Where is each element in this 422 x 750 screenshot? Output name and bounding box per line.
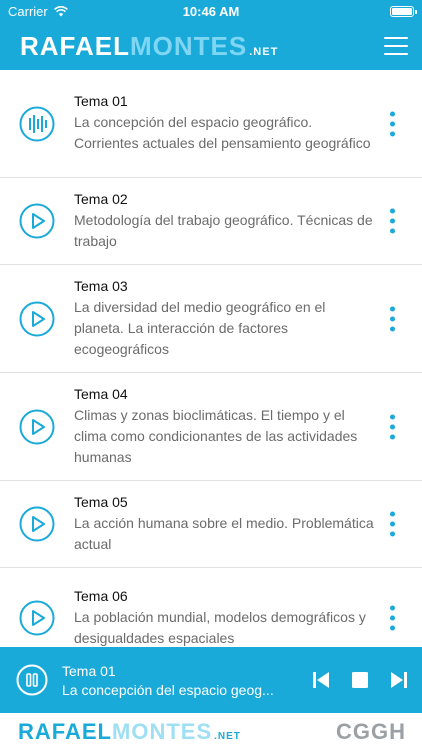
audio-playing-icon[interactable] <box>19 106 55 142</box>
topic-list: Tema 01 La concepción del espacio geográ… <box>0 70 422 647</box>
list-item[interactable]: Tema 01 La concepción del espacio geográ… <box>0 70 422 178</box>
topic-description: La concepción del espacio geográfico. Co… <box>74 114 371 151</box>
now-playing-title: Tema 01 <box>62 662 116 679</box>
logo-text-1: RAFAEL <box>20 30 130 61</box>
footer: RAFAEL MONTES .NET CGGH <box>0 713 422 750</box>
topic-title: Tema 05 <box>74 493 128 510</box>
more-options-icon[interactable] <box>388 111 396 136</box>
previous-icon[interactable] <box>312 671 330 689</box>
topic-description: La acción humana sobre el medio. Problem… <box>74 514 374 552</box>
list-item[interactable]: Tema 04 Climas y zonas bioclimáticas. El… <box>0 373 422 481</box>
list-item[interactable]: Tema 05 La acción humana sobre el medio.… <box>0 481 422 568</box>
now-playing-description: La concepción del espacio geog... <box>62 681 274 698</box>
app-header: RAFAEL MONTES .NET <box>0 22 422 70</box>
mini-player: Tema 01 La concepción del espacio geog..… <box>0 647 422 713</box>
more-options-icon[interactable] <box>388 511 396 537</box>
more-options-icon[interactable] <box>388 605 396 631</box>
more-options-icon[interactable] <box>388 414 396 439</box>
logo-text-2: MONTES <box>130 30 248 61</box>
play-icon[interactable] <box>19 203 55 239</box>
play-icon[interactable] <box>19 600 55 636</box>
play-icon[interactable] <box>19 301 55 337</box>
hamburger-icon[interactable] <box>384 37 408 55</box>
carrier-label: Carrier <box>8 3 48 19</box>
topic-description: Climas y zonas bioclimáticas. El tiempo … <box>74 406 358 465</box>
battery-icon <box>390 5 417 17</box>
footer-logo-text-1: RAFAEL <box>18 718 112 744</box>
pause-icon[interactable] <box>16 664 48 696</box>
footer-logo-suffix: .NET <box>214 730 241 742</box>
next-icon[interactable] <box>390 671 408 689</box>
more-options-icon[interactable] <box>388 208 396 234</box>
topic-description: La diversidad del medio geográfico en el… <box>74 298 326 357</box>
logo-suffix: .NET <box>249 45 279 58</box>
topic-description: La población mundial, modelos demográfic… <box>74 608 366 646</box>
topic-description: Metodología del trabajo geográfico. Técn… <box>74 211 373 249</box>
footer-logo-text-2: MONTES <box>112 718 213 744</box>
topic-title: Tema 03 <box>74 277 128 294</box>
list-item[interactable]: Tema 02 Metodología del trabajo geográfi… <box>0 178 422 265</box>
play-icon[interactable] <box>19 506 55 542</box>
play-icon[interactable] <box>19 409 55 445</box>
list-item[interactable]: Tema 06 La población mundial, modelos de… <box>0 568 422 647</box>
app-logo: RAFAEL MONTES .NET <box>20 31 278 62</box>
wifi-icon <box>53 5 68 16</box>
topic-title: Tema 01 <box>74 93 128 109</box>
stop-icon[interactable] <box>352 672 368 688</box>
topic-title: Tema 06 <box>74 587 128 604</box>
more-options-icon[interactable] <box>388 306 396 331</box>
list-item[interactable]: Tema 03 La diversidad del medio geográfi… <box>0 265 422 373</box>
topic-title: Tema 04 <box>74 385 128 402</box>
topic-title: Tema 02 <box>74 190 128 207</box>
partner-logo: CGGH <box>336 718 406 744</box>
status-bar: Carrier 10:46 AM <box>0 0 422 22</box>
footer-logo: RAFAEL MONTES .NET <box>18 719 241 745</box>
